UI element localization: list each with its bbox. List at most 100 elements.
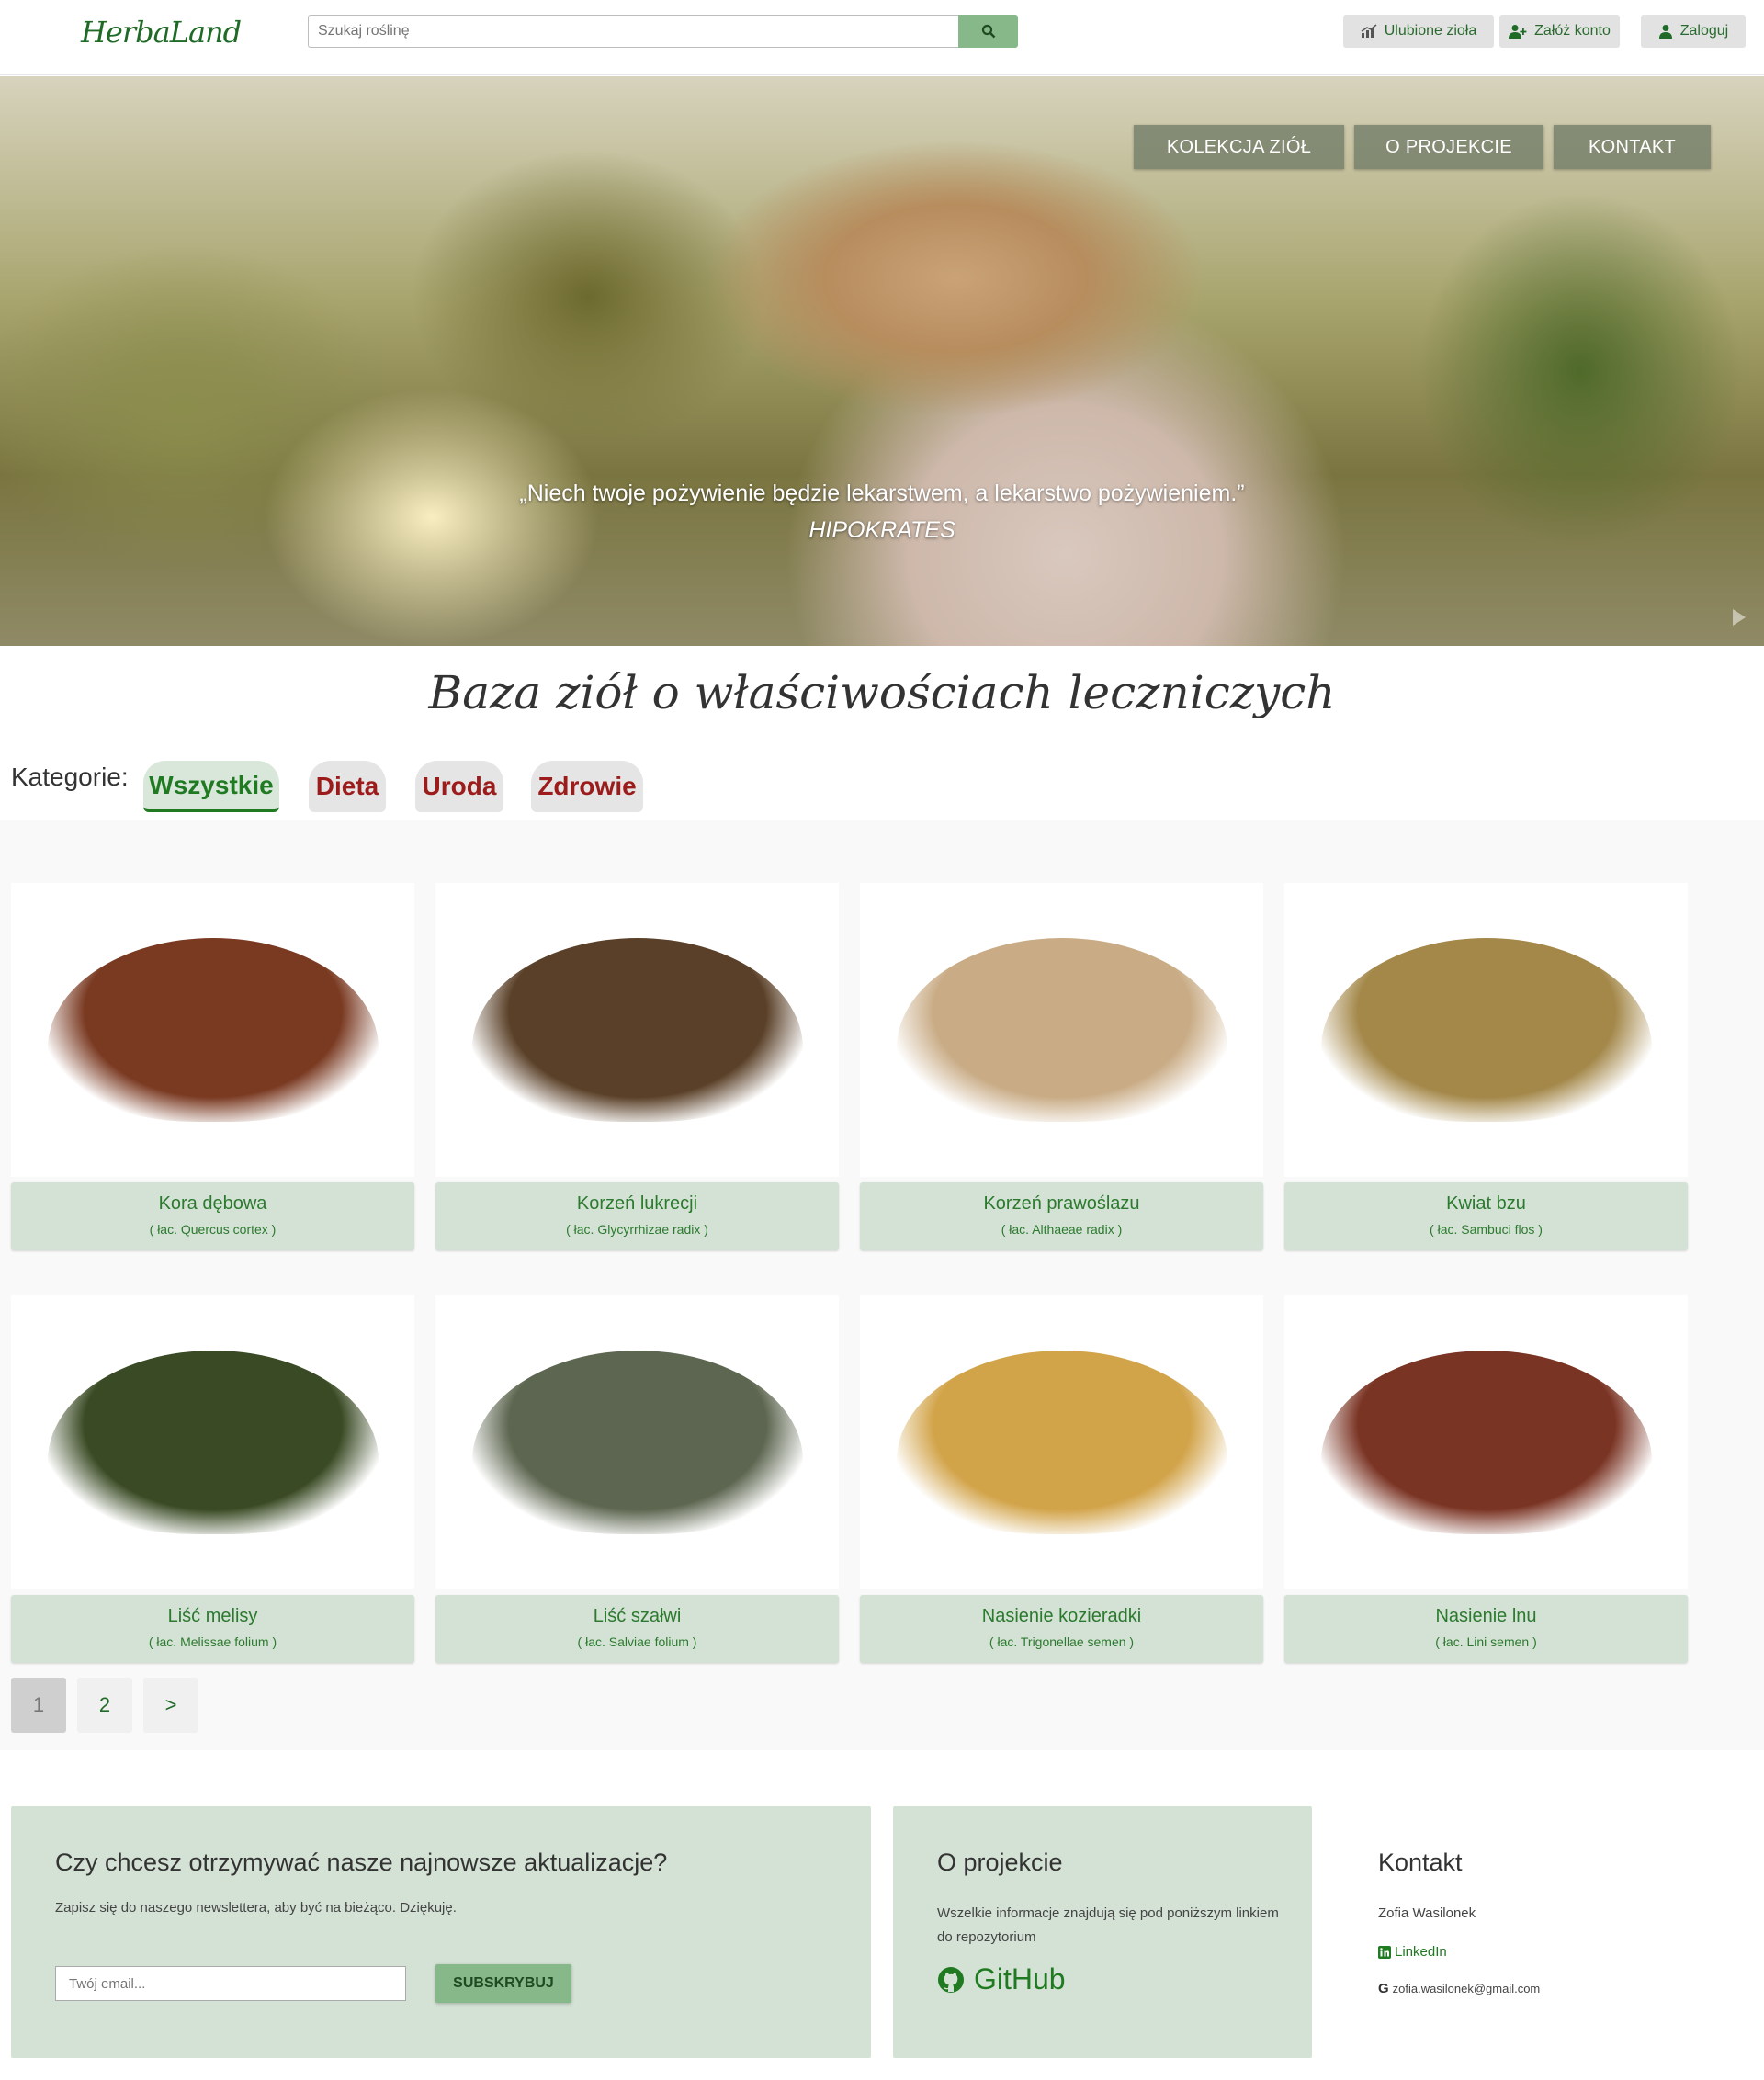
category-tab-health[interactable]: Zdrowie — [531, 761, 643, 812]
herb-grid: Kora dębowa ( łac. Quercus cortex ) Korz… — [0, 820, 1764, 1750]
page-button-1[interactable]: 1 — [11, 1678, 66, 1733]
herb-pile-graphic — [48, 938, 379, 1122]
category-tab-all[interactable]: Wszystkie — [143, 761, 279, 812]
newsletter-title: Czy chcesz otrzymywać nasze najnowsze ak… — [55, 1848, 668, 1876]
herb-image — [860, 1295, 1263, 1589]
herb-image — [1284, 883, 1688, 1177]
login-label: Zaloguj — [1679, 23, 1729, 39]
herb-name: Liść melisy — [167, 1606, 258, 1626]
herb-image — [1284, 1295, 1688, 1589]
herb-name: Liść szałwi — [593, 1606, 682, 1626]
herb-label: Korzeń prawoślazu ( łac. Althaeae radix … — [860, 1182, 1263, 1250]
favorites-button[interactable]: Ulubione zioła — [1343, 15, 1494, 48]
herb-latin-name: ( łac. Quercus cortex ) — [149, 1222, 277, 1237]
herb-pile-graphic — [1321, 938, 1652, 1122]
herb-latin-name: ( łac. Sambuci flos ) — [1430, 1222, 1543, 1237]
herb-label: Liść szałwi ( łac. Salviae folium ) — [435, 1595, 839, 1663]
chart-icon — [1361, 24, 1377, 38]
newsletter-text: Zapisz się do naszego newslettera, aby b… — [55, 1900, 457, 1916]
project-text: Wszelkie informacje znajdują się pod pon… — [937, 1905, 1279, 1945]
top-bar: HerbaLand Ulubione zioła Załóż konto Zal… — [0, 0, 1764, 75]
herb-latin-name: ( łac. Glycyrrhizae radix ) — [566, 1222, 708, 1237]
herb-latin-name: ( łac. Salviae folium ) — [577, 1634, 697, 1649]
subscribe-button[interactable]: SUBSKRYBUJ — [435, 1964, 571, 2003]
github-icon — [938, 1966, 964, 1993]
favorites-label: Ulubione zioła — [1384, 23, 1477, 39]
herb-label: Liść melisy ( łac. Melissae folium ) — [11, 1595, 414, 1663]
herb-label: Kora dębowa ( łac. Quercus cortex ) — [11, 1182, 414, 1250]
contact-title: Kontakt — [1378, 1848, 1463, 1876]
herb-latin-name: ( łac. Lini semen ) — [1435, 1634, 1537, 1649]
herb-image — [860, 883, 1263, 1177]
herb-card[interactable]: Liść szałwi ( łac. Salviae folium ) — [435, 1295, 839, 1663]
hero-banner: KOLEKCJA ZIÓŁ O PROJEKCIE KONTAKT „Niech… — [0, 76, 1764, 646]
next-page-button[interactable]: > — [143, 1678, 198, 1733]
herb-name: Nasienie lnu — [1435, 1606, 1537, 1626]
herb-pile-graphic — [48, 1351, 379, 1534]
play-icon[interactable] — [1733, 609, 1746, 626]
login-button[interactable]: Zaloguj — [1641, 15, 1746, 48]
contact-section: Kontakt Zofia Wasilonek LinkedIn G zofia… — [1378, 1806, 1746, 2058]
herb-label: Nasienie kozieradki ( łac. Trigonellae s… — [860, 1595, 1263, 1663]
logo[interactable]: HerbaLand — [81, 11, 242, 53]
project-title: O projekcie — [937, 1848, 1063, 1876]
herb-image — [435, 883, 839, 1177]
herb-card[interactable]: Korzeń lukrecji ( łac. Glycyrrhizae radi… — [435, 883, 839, 1250]
page-button-2[interactable]: 2 — [77, 1678, 132, 1733]
herb-image — [435, 1295, 839, 1589]
linkedin-icon — [1378, 1945, 1391, 1959]
herb-latin-name: ( łac. Melissae folium ) — [148, 1634, 277, 1649]
herb-label: Korzeń lukrecji ( łac. Glycyrrhizae radi… — [435, 1182, 839, 1250]
herb-name: Kora dębowa — [158, 1193, 267, 1214]
register-button[interactable]: Załóż konto — [1499, 15, 1620, 48]
nav-collection[interactable]: KOLEKCJA ZIÓŁ — [1134, 125, 1344, 169]
herb-card[interactable]: Nasienie lnu ( łac. Lini semen ) — [1284, 1295, 1688, 1663]
herb-card[interactable]: Kora dębowa ( łac. Quercus cortex ) — [11, 883, 414, 1250]
herb-card[interactable]: Kwiat bzu ( łac. Sambuci flos ) — [1284, 883, 1688, 1250]
search-button[interactable] — [958, 15, 1018, 48]
herb-latin-name: ( łac. Trigonellae semen ) — [989, 1634, 1135, 1649]
category-tab-beauty[interactable]: Uroda — [415, 761, 503, 812]
register-label: Załóż konto — [1534, 23, 1611, 39]
search-input[interactable] — [308, 15, 959, 48]
search-icon — [981, 24, 995, 39]
herb-label: Nasienie lnu ( łac. Lini semen ) — [1284, 1595, 1688, 1663]
herb-image — [11, 1295, 414, 1589]
email-contact[interactable]: G zofia.wasilonek@gmail.com — [1378, 1981, 1540, 1996]
herb-name: Kwiat bzu — [1446, 1193, 1526, 1214]
herb-name: Nasienie kozieradki — [981, 1606, 1142, 1626]
linkedin-link[interactable]: LinkedIn — [1378, 1944, 1447, 1960]
herb-pile-graphic — [897, 1351, 1227, 1534]
project-box: O projekcie Wszelkie informacje znajdują… — [893, 1806, 1312, 2058]
github-label: GitHub — [974, 1962, 1066, 1995]
newsletter-box: Czy chcesz otrzymywać nasze najnowsze ak… — [11, 1806, 871, 2058]
herb-pile-graphic — [897, 938, 1227, 1122]
herb-card[interactable]: Korzeń prawoślazu ( łac. Althaeae radix … — [860, 883, 1263, 1250]
herb-card[interactable]: Nasienie kozieradki ( łac. Trigonellae s… — [860, 1295, 1263, 1663]
nav-about[interactable]: O PROJEKCIE — [1354, 125, 1544, 169]
herb-card[interactable]: Liść melisy ( łac. Melissae folium ) — [11, 1295, 414, 1663]
google-icon: G — [1378, 1981, 1389, 1996]
user-plus-icon — [1509, 25, 1527, 39]
herb-latin-name: ( łac. Althaeae radix ) — [1001, 1222, 1123, 1237]
catalog-title: Baza ziół o właściwościach leczniczych — [428, 666, 1336, 719]
contact-name: Zofia Wasilonek — [1378, 1905, 1476, 1921]
category-tab-diet[interactable]: Dieta — [309, 761, 386, 812]
hero-quote: „Niech twoje pożywienie będzie lekarstwe… — [519, 480, 1245, 506]
user-icon — [1658, 25, 1672, 39]
github-link[interactable]: GitHub — [937, 1962, 1066, 1996]
hero-quote-author: HIPOKRATES — [808, 517, 956, 543]
categories-label: Kategorie: — [11, 763, 129, 791]
herb-name: Korzeń lukrecji — [576, 1193, 698, 1214]
search-bar — [308, 15, 1018, 48]
herb-name: Korzeń prawoślazu — [983, 1193, 1140, 1214]
nav-contact[interactable]: KONTAKT — [1554, 125, 1711, 169]
herb-pile-graphic — [472, 938, 803, 1122]
newsletter-email-input[interactable] — [55, 1966, 406, 2001]
linkedin-label: LinkedIn — [1395, 1944, 1447, 1960]
herb-image — [11, 883, 414, 1177]
herb-label: Kwiat bzu ( łac. Sambuci flos ) — [1284, 1182, 1688, 1250]
herb-pile-graphic — [472, 1351, 803, 1534]
contact-email: zofia.wasilonek@gmail.com — [1392, 1982, 1541, 1995]
herb-pile-graphic — [1321, 1351, 1652, 1534]
